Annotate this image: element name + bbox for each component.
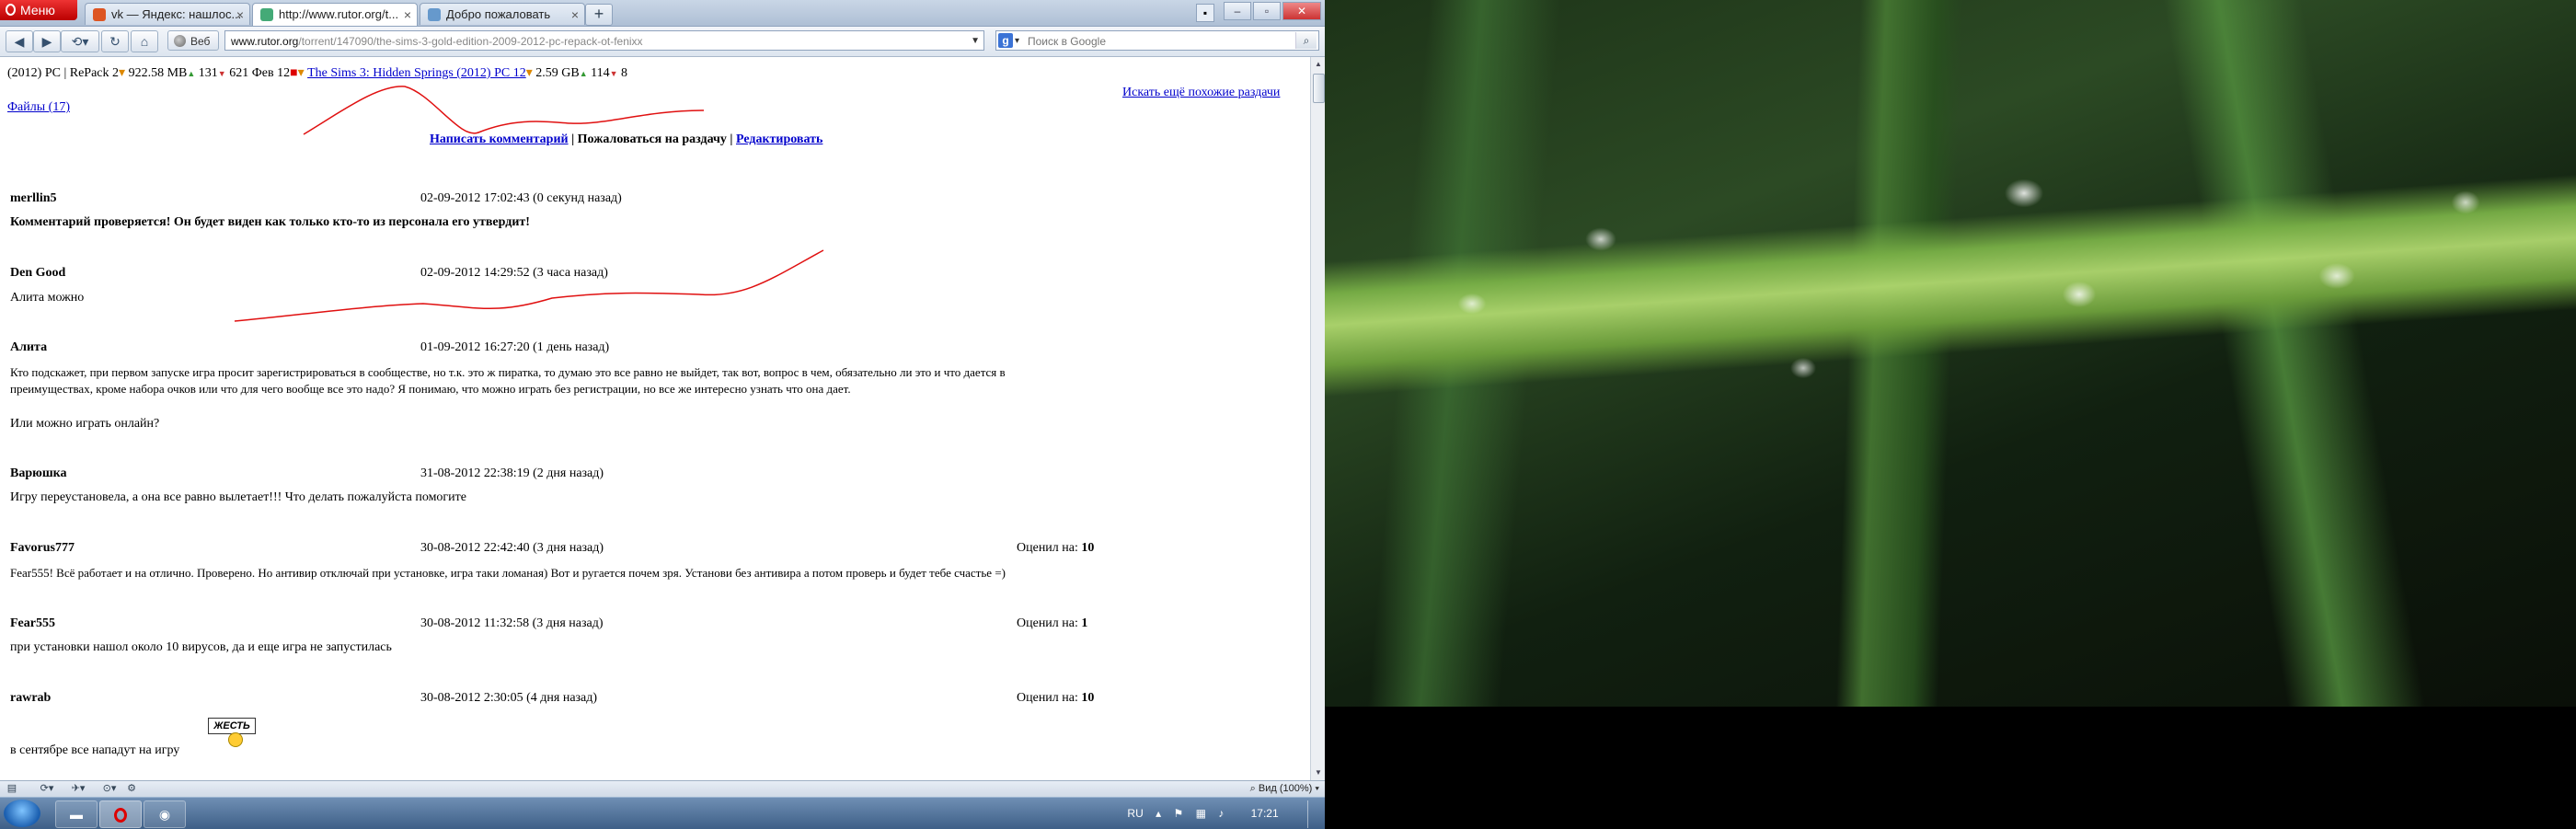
panel-toggle-icon[interactable]: ▤	[2, 782, 22, 796]
scroll-down-icon[interactable]: ▼	[1311, 766, 1325, 780]
status-bar: ▤ ⟳▾ ✈▾ ⊙▾ ⚙ ⌕ Вид (100%) ▾	[0, 780, 1325, 797]
web-label: Веб	[190, 35, 211, 48]
annotation-stroke	[303, 86, 705, 135]
tab-label: Добро пожаловать	[446, 7, 551, 21]
opera-menu-button[interactable]: Меню	[0, 0, 77, 20]
desktop-black-area	[1325, 707, 2576, 828]
taskbar: ▬ ◉ RU ▴ ⚑ ▦ ♪ 17:21	[0, 797, 1325, 829]
explorer-taskbar-icon[interactable]: ▬	[55, 800, 98, 828]
tab-welcome[interactable]: Добро пожаловать ×	[420, 3, 585, 25]
language-indicator[interactable]: RU	[1127, 807, 1143, 820]
tab-vk[interactable]: vk — Яндекс: нашлос... ×	[85, 3, 250, 25]
page-favicon-icon	[428, 8, 441, 21]
trash-icon[interactable]: ▪	[1196, 4, 1214, 22]
tab-label: http://www.rutor.org/t...	[279, 7, 399, 21]
search-input[interactable]	[1026, 32, 1287, 51]
tray-arrow-icon[interactable]: ▴	[1156, 807, 1161, 820]
home-icon[interactable]: ⌂	[131, 30, 158, 52]
sync-icon[interactable]: ⟳▾	[37, 782, 57, 796]
globe-icon	[174, 35, 186, 47]
scroll-up-icon[interactable]: ▲	[1311, 57, 1325, 72]
web-button[interactable]: Веб	[167, 30, 219, 51]
reload-icon[interactable]: ↻	[101, 30, 129, 52]
browser-window: Меню vk — Яндекс: нашлос... × http://www…	[0, 0, 1325, 797]
zoom-control[interactable]: ⌕ Вид (100%) ▾	[1250, 782, 1319, 796]
address-bar[interactable]: www.rutor.org/torrent/147090/the-sims-3-…	[224, 30, 984, 51]
tab-bar: Меню vk — Яндекс: нашлос... × http://www…	[0, 0, 1325, 27]
window-controls: – ▫ ✕	[1222, 2, 1321, 20]
volume-icon[interactable]: ♪	[1218, 807, 1224, 820]
rewind-icon[interactable]: ⟲▾	[61, 30, 99, 52]
tab-close-icon[interactable]: ×	[236, 4, 244, 25]
annotation-scribbles	[234, 86, 824, 322]
show-desktop-button[interactable]	[1307, 800, 1317, 828]
maximize-icon[interactable]: ▫	[1253, 2, 1281, 20]
search-box: g ▾ ⌕	[995, 30, 1319, 51]
address-domain: www.rutor.org	[231, 35, 299, 48]
rutor-favicon-icon	[260, 8, 273, 21]
back-arrow-icon[interactable]: ◀	[6, 30, 33, 52]
page-content: (2012) PC | RePack 2▾ 922.58 MB▲ 131▼ 62…	[0, 57, 1310, 780]
google-icon[interactable]: g	[998, 33, 1013, 48]
scroll-thumb[interactable]	[1313, 74, 1325, 103]
tab-label: vk — Яндекс: нашлос...	[111, 7, 242, 21]
close-window-icon[interactable]: ✕	[1282, 2, 1321, 20]
zoom-label: Вид (100%)	[1258, 783, 1313, 794]
vk-favicon-icon	[93, 8, 106, 21]
opera-taskbar-icon[interactable]	[99, 800, 142, 828]
share-icon[interactable]: ✈▾	[68, 782, 88, 796]
menu-label: Меню	[20, 3, 55, 17]
windows-start-icon[interactable]	[4, 800, 40, 827]
forward-arrow-icon[interactable]: ▶	[33, 30, 61, 52]
address-path: /torrent/147090/the-sims-3-gold-edition-…	[298, 35, 643, 48]
navigation-bar: ◀ ▶ ⟲▾ ↻ ⌂ Веб www.rutor.org/torrent/147…	[0, 27, 1325, 57]
new-tab-button[interactable]: +	[585, 4, 613, 26]
clock[interactable]: 17:21	[1251, 807, 1279, 820]
system-tray: RU ▴ ⚑ ▦ ♪ 17:21	[1118, 798, 1317, 829]
settings-icon[interactable]: ⚙	[121, 782, 142, 796]
opera-logo-icon	[6, 4, 16, 16]
flag-icon[interactable]: ⚑	[1173, 807, 1183, 820]
network-icon[interactable]: ▦	[1196, 807, 1206, 820]
vertical-scrollbar[interactable]: ▲ ▼	[1310, 57, 1325, 780]
tab-close-icon[interactable]: ×	[571, 4, 579, 25]
search-engine-dropdown-icon[interactable]: ▾	[1015, 31, 1019, 52]
desktop-wallpaper	[1325, 0, 2576, 707]
minimize-icon[interactable]: –	[1224, 2, 1251, 20]
tab-close-icon[interactable]: ×	[404, 4, 411, 26]
annotation-stroke	[234, 249, 824, 322]
dropdown-arrow-icon[interactable]: ▼	[971, 31, 980, 50]
search-icon[interactable]: ⌕	[1295, 32, 1317, 49]
tab-rutor[interactable]: http://www.rutor.org/t... ×	[252, 3, 418, 26]
app-taskbar-icon[interactable]: ◉	[144, 800, 186, 828]
opera-unite-icon[interactable]: ⊙▾	[99, 782, 120, 796]
